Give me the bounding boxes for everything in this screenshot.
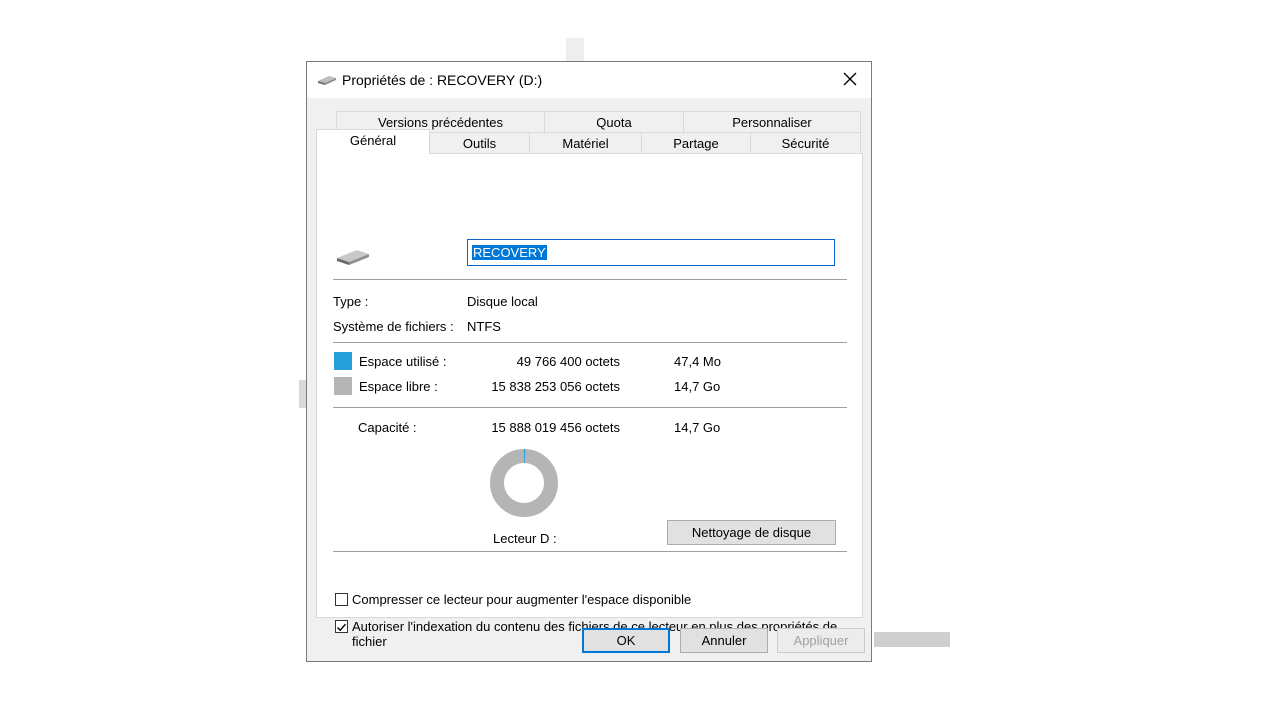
- capacity-size: 14,7 Go: [674, 420, 721, 435]
- used-space-swatch: [334, 352, 352, 370]
- free-space-swatch: [334, 377, 352, 395]
- free-space-label: Espace libre :: [359, 379, 438, 394]
- close-button[interactable]: [829, 62, 871, 96]
- capacity-label: Capacité :: [358, 420, 417, 435]
- separator: [333, 407, 847, 408]
- cancel-button[interactable]: Annuler: [680, 628, 768, 653]
- tab-security[interactable]: Sécurité: [750, 132, 861, 153]
- separator: [333, 279, 847, 280]
- tab-quota[interactable]: Quota: [544, 111, 684, 132]
- disk-usage-donut: [490, 449, 558, 517]
- drive-large-icon: [335, 247, 371, 270]
- used-space-size: 47,4 Mo: [674, 354, 721, 369]
- apply-button[interactable]: Appliquer: [777, 628, 865, 653]
- drive-icon: [317, 74, 337, 89]
- separator: [333, 551, 847, 552]
- compress-checkbox[interactable]: [335, 593, 348, 606]
- filesystem-label: Système de fichiers :: [333, 319, 454, 334]
- tab-hardware[interactable]: Matériel: [529, 132, 642, 153]
- capacity-bytes: 15 888 019 456 octets: [491, 420, 620, 435]
- filesystem-value: NTFS: [467, 319, 501, 334]
- type-value: Disque local: [467, 294, 538, 309]
- compress-label: Compresser ce lecteur pour augmenter l'e…: [352, 592, 692, 607]
- general-panel: RECOVERY Type : Disque local Système de …: [316, 153, 863, 649]
- tab-sharing[interactable]: Partage: [641, 132, 751, 153]
- tab-customize[interactable]: Personnaliser: [683, 111, 861, 132]
- used-space-bytes: 49 766 400 octets: [516, 354, 620, 369]
- free-space-size: 14,7 Go: [674, 379, 721, 394]
- window-title: Propriétés de : RECOVERY (D:): [342, 72, 543, 88]
- ok-button[interactable]: OK: [582, 628, 670, 653]
- disk-cleanup-button[interactable]: Nettoyage de disque: [667, 520, 836, 545]
- drive-name-input[interactable]: RECOVERY: [467, 239, 835, 266]
- tab-tools[interactable]: Outils: [429, 132, 530, 153]
- title-bar: Propriétés de : RECOVERY (D:): [307, 62, 871, 98]
- separator: [333, 342, 847, 343]
- free-space-bytes: 15 838 253 056 octets: [491, 379, 620, 394]
- drive-letter-label: Lecteur D :: [493, 531, 557, 546]
- donut-free-segment: [490, 449, 558, 517]
- background-strip: [874, 632, 950, 647]
- properties-dialog: Propriétés de : RECOVERY (D:) Versions p…: [306, 61, 872, 662]
- background-strip: [299, 380, 306, 408]
- used-space-label: Espace utilisé :: [359, 354, 447, 369]
- index-checkbox[interactable]: [335, 620, 348, 633]
- checkmark-icon: [337, 623, 347, 632]
- type-label: Type :: [333, 294, 369, 309]
- tab-general[interactable]: Général: [316, 129, 430, 154]
- close-icon: [843, 72, 857, 86]
